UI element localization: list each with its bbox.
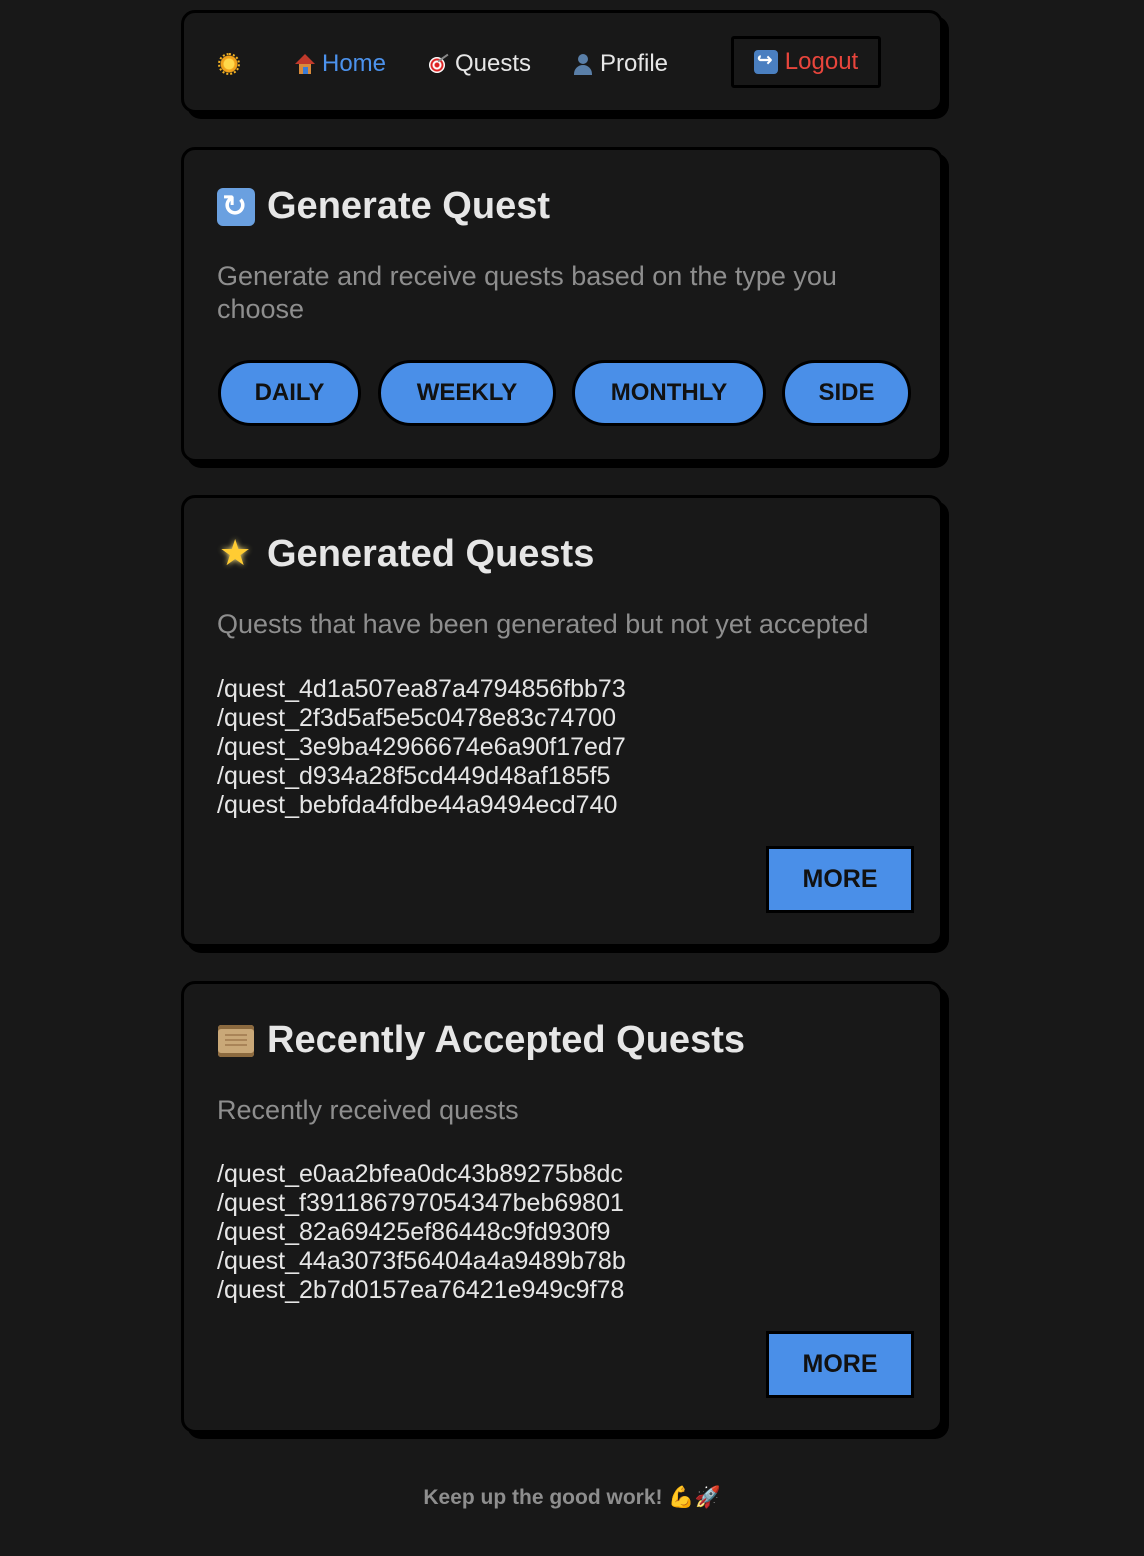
quest-link[interactable]: /quest_2b7d0157ea76421e949c9f78 <box>217 1276 626 1305</box>
nav-home[interactable]: Home <box>294 49 386 79</box>
accepted-quests-card: Recently Accepted Quests Recently receiv… <box>181 981 943 1433</box>
accepted-quests-title: Recently Accepted Quests <box>267 1019 745 1061</box>
refresh-icon <box>217 187 255 226</box>
generated-quest-list: /quest_4d1a507ea87a4794856fbb73 /quest_2… <box>217 675 626 820</box>
generated-quests-card: Generated Quests Quests that have been g… <box>181 495 943 947</box>
target-icon <box>427 53 449 75</box>
accepted-quest-list: /quest_e0aa2bfea0dc43b89275b8dc /quest_f… <box>217 1160 626 1305</box>
side-button[interactable]: SIDE <box>782 360 911 426</box>
monthly-button[interactable]: MONTHLY <box>572 360 766 426</box>
generated-quests-heading: Generated Quests <box>217 533 594 576</box>
generate-quest-title: Generate Quest <box>267 185 550 227</box>
quest-link[interactable]: /quest_82a69425ef86448c9fd930f9 <box>217 1218 626 1247</box>
nav-quests[interactable]: Quests <box>427 49 531 79</box>
weekly-button[interactable]: WEEKLY <box>378 360 556 426</box>
generate-quest-heading: Generate Quest <box>217 185 550 228</box>
quest-link[interactable]: /quest_e0aa2bfea0dc43b89275b8dc <box>217 1160 626 1189</box>
quest-link[interactable]: /quest_d934a28f5cd449d48af185f5 <box>217 762 626 791</box>
quest-link[interactable]: /quest_44a3073f56404a4a9489b78b <box>217 1247 626 1276</box>
scroll-icon <box>217 1022 255 1060</box>
logout-arrow-icon <box>753 49 778 74</box>
house-icon <box>294 53 316 75</box>
generated-quests-description: Quests that have been generated but not … <box>217 609 869 639</box>
quest-link[interactable]: /quest_f391186797054347beb69801 <box>217 1189 626 1218</box>
accepted-quests-description: Recently received quests <box>217 1095 519 1125</box>
navbar: Home Quests Profile Logout <box>181 10 943 113</box>
logout-label: Logout <box>784 48 859 75</box>
sun-icon <box>217 52 241 76</box>
nav-profile-label: Profile <box>600 50 669 77</box>
accepted-more-button[interactable]: MORE <box>766 1331 914 1398</box>
generate-quest-card: Generate Quest Generate and receive ques… <box>181 147 943 462</box>
nav-quests-label: Quests <box>455 50 532 77</box>
nav-profile[interactable]: Profile <box>572 49 668 79</box>
glowing-star-icon <box>217 533 255 574</box>
quest-link[interactable]: /quest_3e9ba42966674e6a90f17ed7 <box>217 733 626 762</box>
nav-home-label: Home <box>322 50 387 77</box>
logout-button[interactable]: Logout <box>731 36 881 88</box>
quest-link[interactable]: /quest_2f3d5af5e5c0478e83c74700 <box>217 704 626 733</box>
quest-link[interactable]: /quest_bebfda4fdbe44a9494ecd740 <box>217 791 626 820</box>
footer-message: Keep up the good work! 💪🚀 <box>423 1486 721 1509</box>
person-icon <box>572 53 594 75</box>
daily-button[interactable]: DAILY <box>218 360 361 426</box>
generate-quest-description: Generate and receive quests based on the… <box>217 261 837 324</box>
accepted-quests-heading: Recently Accepted Quests <box>217 1019 745 1062</box>
quest-link[interactable]: /quest_4d1a507ea87a4794856fbb73 <box>217 675 626 704</box>
generated-more-button[interactable]: MORE <box>766 846 914 913</box>
generated-quests-title: Generated Quests <box>267 533 595 575</box>
